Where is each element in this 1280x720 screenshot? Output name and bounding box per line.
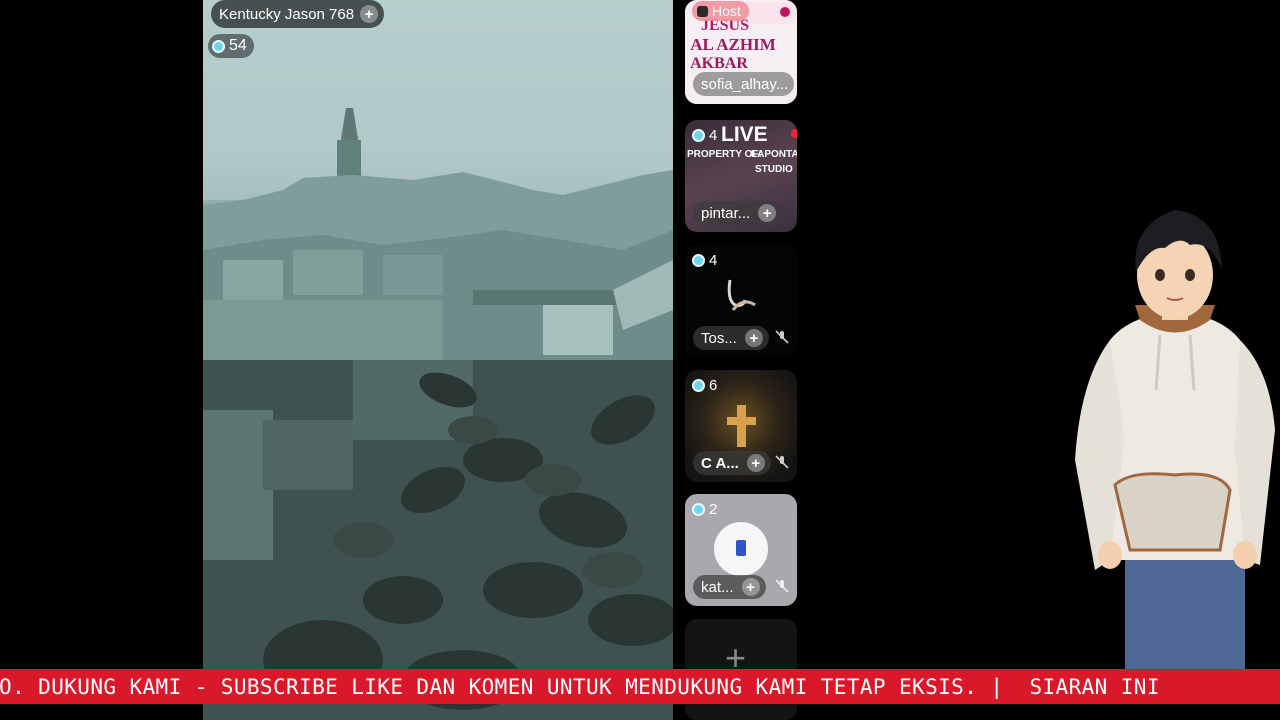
streamer-cartoon-avatar: [1075, 210, 1275, 670]
follow-plus-icon[interactable]: +: [744, 329, 763, 347]
guest-tile-host[interactable]: JESUS AL AZHIM AKBAR Host sofia_alhay...: [685, 0, 797, 104]
follow-plus-icon[interactable]: +: [758, 204, 777, 222]
guest-name: C A...: [701, 454, 739, 472]
guest-name-pill: sofia_alhay...: [693, 72, 795, 96]
guest-name-pill: Tos... +: [693, 326, 769, 350]
viewer-count-pill: 54: [208, 34, 254, 58]
watermark-line-3: STUDIO: [755, 164, 793, 175]
viewer-eye-icon: [212, 39, 225, 53]
guest-name-pill: kat... +: [693, 575, 766, 599]
mic-muted-icon: [775, 579, 789, 593]
mic-muted-icon: [775, 330, 789, 344]
guest-tile-4[interactable]: 6 C A... +: [685, 370, 797, 482]
host-role-badge: Host: [692, 1, 749, 21]
guest-name: kat...: [701, 578, 734, 596]
live-dot-icon: [791, 129, 797, 138]
guest-name-pill: C A... +: [693, 451, 771, 475]
guest-tile-2[interactable]: 4 LIVE PROPERTY OF: LAPONTA STUDIO pinta…: [685, 120, 797, 232]
viewer-count: 54: [229, 37, 247, 54]
host-role-label: Host: [712, 3, 741, 19]
video-frame-scenery: [203, 0, 673, 720]
follow-plus-icon[interactable]: +: [360, 5, 379, 23]
viewer-eye-icon: [692, 129, 705, 142]
guest-name-pill: pintar... +: [693, 201, 783, 225]
guest-name: pintar...: [701, 204, 751, 222]
guest-viewer-count: 4: [709, 127, 718, 144]
host-name: Kentucky Jason 768: [219, 5, 355, 23]
live-label: LIVE: [721, 123, 768, 146]
poster-line-3: AKBAR: [690, 55, 748, 72]
follow-plus-icon[interactable]: +: [741, 578, 760, 596]
guest-viewer-badge: 4: [692, 127, 717, 144]
ticker-banner: EO. DUKUNG KAMI - SUBSCRIBE LIKE DAN KOM…: [0, 669, 1280, 704]
follow-plus-icon[interactable]: +: [746, 454, 765, 472]
mic-muted-icon: [775, 455, 789, 469]
watermark-line-2: LAPONTA: [751, 149, 797, 160]
guest-tile-3[interactable]: 4 Tos... +: [685, 245, 797, 357]
main-video[interactable]: Kentucky Jason 768 + 54: [203, 0, 673, 720]
host-name-pill[interactable]: Kentucky Jason 768 +: [211, 0, 385, 28]
ticker-text: EO. DUKUNG KAMI - SUBSCRIBE LIKE DAN KOM…: [0, 674, 1160, 699]
host-crown-icon: [697, 5, 708, 17]
guest-name: sofia_alhay...: [701, 75, 789, 93]
guest-name: Tos...: [701, 329, 737, 347]
poster-line-2: AL AZHIM: [690, 35, 776, 54]
guest-tile-5[interactable]: 2 kat... +: [685, 494, 797, 606]
